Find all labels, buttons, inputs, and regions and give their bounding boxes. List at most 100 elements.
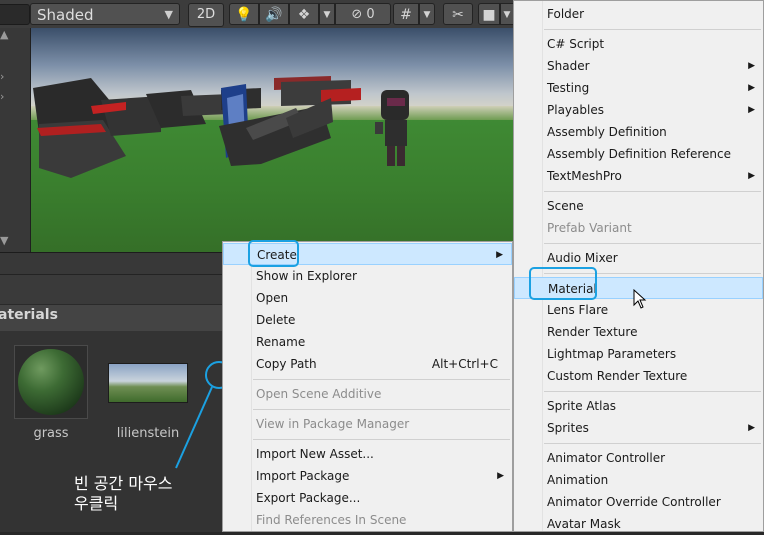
- expand-arrow-icon[interactable]: ›: [0, 90, 4, 103]
- camera-icon: ■: [482, 7, 496, 23]
- context-menu: Create ▶ Show in Explorer Open Delete Re…: [222, 241, 513, 532]
- audio-toggle-button[interactable]: 🔊: [259, 3, 289, 25]
- menu-item-label: Delete: [256, 313, 296, 327]
- camera-button[interactable]: ■: [478, 3, 500, 25]
- menu-item-label: Animation: [547, 473, 609, 487]
- tools-icon: ✂: [452, 7, 464, 23]
- menu-item-testing[interactable]: Testing ▶: [514, 77, 763, 99]
- menu-item-audio-mixer[interactable]: Audio Mixer: [514, 247, 763, 269]
- menu-item-label: Shader: [547, 59, 590, 73]
- menu-separator: [544, 243, 761, 244]
- menu-item-playables[interactable]: Playables ▶: [514, 99, 763, 121]
- menu-item-assembly-definition-reference[interactable]: Assembly Definition Reference: [514, 143, 763, 165]
- 2d-toggle-button[interactable]: 2D: [188, 3, 224, 27]
- menu-item-label: Custom Render Texture: [547, 369, 688, 383]
- menu-item-label: TextMeshPro: [547, 169, 622, 183]
- asset-label-grass: grass: [33, 426, 69, 441]
- eye-slash-icon: ⊘: [351, 7, 363, 22]
- menu-item-rename[interactable]: Rename: [223, 331, 512, 353]
- hierarchy-edge: › › ▲ ▼: [0, 28, 31, 252]
- shading-mode-dropdown[interactable]: Shaded ▼: [30, 3, 180, 25]
- menu-item-label: View in Package Manager: [256, 417, 410, 431]
- menu-item-label: Export Package...: [256, 491, 361, 505]
- annotation-box-create: [248, 240, 299, 267]
- menu-item-label: Open Scene Additive: [256, 387, 382, 401]
- menu-item-lightmap-parameters[interactable]: Lightmap Parameters: [514, 343, 763, 365]
- hidden-count: 0: [366, 7, 375, 22]
- scene-visibility-toggle[interactable]: ⊘ 0: [335, 3, 391, 25]
- scene-robot: [375, 90, 409, 166]
- menu-separator: [253, 379, 510, 380]
- menu-item-textmeshpro[interactable]: TextMeshPro ▶: [514, 165, 763, 187]
- menu-item-prefab-variant: Prefab Variant: [514, 217, 763, 239]
- menu-separator: [544, 443, 761, 444]
- menu-item-sprite-atlas[interactable]: Sprite Atlas: [514, 395, 763, 417]
- menu-item-custom-render-texture[interactable]: Custom Render Texture: [514, 365, 763, 387]
- submenu-arrow-icon: ▶: [748, 171, 755, 181]
- menu-item-sprites[interactable]: Sprites ▶: [514, 417, 763, 439]
- grid-toggle-button[interactable]: #: [393, 3, 419, 25]
- camera-dropdown-button[interactable]: ▼: [500, 3, 514, 25]
- menu-item-export-package[interactable]: Export Package...: [223, 487, 512, 509]
- menu-item-shader[interactable]: Shader ▶: [514, 55, 763, 77]
- submenu-arrow-icon: ▶: [496, 250, 503, 260]
- menu-item-label: C# Script: [547, 37, 605, 51]
- menu-separator: [253, 409, 510, 410]
- effects-dropdown-button[interactable]: ▼: [319, 3, 335, 25]
- chevron-down-icon: ▼: [503, 10, 511, 20]
- menu-item-copy-path[interactable]: Copy Path Alt+Ctrl+C: [223, 353, 512, 375]
- submenu-arrow-icon: ▶: [748, 105, 755, 115]
- menu-item-label: Animator Controller: [547, 451, 666, 465]
- menu-item-label: Scene: [547, 199, 584, 213]
- menu-item-label: Sprite Atlas: [547, 399, 617, 413]
- menu-item-open-scene-additive: Open Scene Additive: [223, 383, 512, 405]
- scene-view[interactable]: [31, 28, 515, 252]
- menu-item-label: Assembly Definition: [547, 125, 667, 139]
- material-preview-sphere: [18, 349, 84, 415]
- menu-item-import-new-asset[interactable]: Import New Asset...: [223, 443, 512, 465]
- menu-item-label: Testing: [547, 81, 590, 95]
- lighting-toggle-button[interactable]: 💡: [229, 3, 259, 25]
- menu-item-animator-controller[interactable]: Animator Controller: [514, 447, 763, 469]
- annotation-text: 빈 공간 마우스 우클릭: [74, 474, 173, 513]
- menu-item-assembly-definition[interactable]: Assembly Definition: [514, 121, 763, 143]
- menu-item-animation[interactable]: Animation: [514, 469, 763, 491]
- menu-item-scene[interactable]: Scene: [514, 195, 763, 217]
- asset-label-lilienstein: lilienstein: [116, 426, 180, 441]
- asset-thumbnail-lilienstein[interactable]: [108, 363, 188, 403]
- grid-dropdown-button[interactable]: ▼: [419, 3, 435, 25]
- menu-item-label: Playables: [547, 103, 604, 117]
- toolbar-left-button[interactable]: [0, 4, 30, 25]
- submenu-arrow-icon: ▶: [748, 61, 755, 71]
- menu-item-show-in-explorer[interactable]: Show in Explorer: [223, 265, 512, 287]
- menu-item-label: Open: [256, 291, 289, 305]
- menu-item-label: Lightmap Parameters: [547, 347, 677, 361]
- tools-button[interactable]: ✂: [443, 3, 473, 25]
- menu-separator: [544, 191, 761, 192]
- menu-item-delete[interactable]: Delete: [223, 309, 512, 331]
- menu-item-label: Import New Asset...: [256, 447, 374, 461]
- menu-item-csharp-script[interactable]: C# Script: [514, 33, 763, 55]
- menu-item-label: Avatar Mask: [547, 517, 621, 531]
- scroll-down-icon[interactable]: ▼: [0, 234, 8, 247]
- scroll-up-icon[interactable]: ▲: [0, 28, 8, 41]
- expand-arrow-icon[interactable]: ›: [0, 70, 4, 83]
- menu-item-open[interactable]: Open: [223, 287, 512, 309]
- layers-icon: ❖: [297, 7, 311, 23]
- menu-item-folder[interactable]: Folder: [514, 3, 763, 25]
- menu-item-label: Show in Explorer: [256, 269, 357, 283]
- menu-item-render-texture[interactable]: Render Texture: [514, 321, 763, 343]
- effects-toggle-button[interactable]: ❖: [289, 3, 319, 25]
- menu-item-label: Audio Mixer: [547, 251, 618, 265]
- menu-item-label: Rename: [256, 335, 306, 349]
- menu-item-label: Render Texture: [547, 325, 638, 339]
- menu-item-animator-override-controller[interactable]: Animator Override Controller: [514, 491, 763, 513]
- menu-item-label: Animator Override Controller: [547, 495, 721, 509]
- mouse-cursor-icon: [633, 289, 647, 309]
- menu-item-shortcut: Alt+Ctrl+C: [431, 357, 498, 371]
- scene-objects: [33, 76, 409, 178]
- menu-item-import-package[interactable]: Import Package ▶: [223, 465, 512, 487]
- menu-item-label: Lens Flare: [547, 303, 609, 317]
- annotation-box-material: [529, 267, 597, 300]
- shading-mode-label: Shaded: [37, 6, 94, 24]
